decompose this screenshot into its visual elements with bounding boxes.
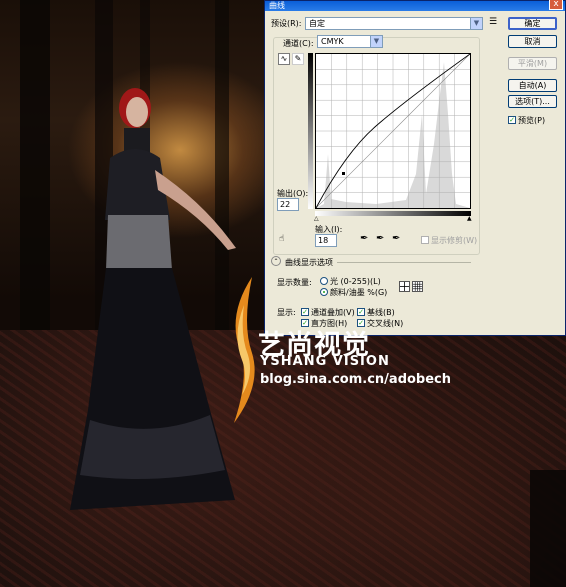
auto-button[interactable]: 自动(A) <box>508 79 557 92</box>
detailed-grid-icon[interactable] <box>412 281 423 292</box>
input-field[interactable]: 18 <box>315 234 337 247</box>
pencil-icon[interactable]: ✎ <box>292 53 304 65</box>
list-menu-icon[interactable]: ☰ <box>489 17 497 27</box>
intersection-label: 交叉线(N) <box>367 319 404 328</box>
show-amount-label: 显示数量: <box>277 278 312 287</box>
channel-value: CMYK <box>321 37 344 46</box>
ok-button[interactable]: 确定 <box>508 17 557 30</box>
baseline-checkbox[interactable]: ✓ <box>357 308 365 316</box>
curve-graph[interactable] <box>315 53 471 209</box>
tree-stump <box>530 470 566 587</box>
black-point-slider-icon[interactable]: △ <box>314 215 319 222</box>
flame-logo-icon <box>234 277 255 423</box>
simple-grid-icon[interactable] <box>399 281 410 292</box>
preview-checkbox[interactable]: ✓ <box>508 116 516 124</box>
show-clipping-label: 显示修剪(W) <box>431 236 478 245</box>
watermark-url: blog.sina.com.cn/adobech <box>260 372 452 387</box>
light-radio-label: 光 (0-255)(L) <box>330 277 381 286</box>
tree-trunk <box>20 0 50 340</box>
preset-select[interactable]: 自定 ▼ <box>305 17 483 30</box>
channel-overlay-label: 通道叠加(V) <box>311 308 355 317</box>
eyedropper-gray-icon[interactable]: ✒ <box>376 233 384 244</box>
output-gradient-bar <box>308 53 313 209</box>
chevron-down-icon: ▼ <box>370 36 382 47</box>
preview-label: 预览(P) <box>518 116 546 125</box>
detailed-grid-icon-svg <box>413 282 422 291</box>
baseline-label: 基线(B) <box>367 308 395 317</box>
close-icon[interactable]: x <box>549 0 563 10</box>
curve-options-label: 曲线显示选项 <box>285 258 333 267</box>
curve-point-icon[interactable]: ∿ <box>278 53 290 65</box>
cancel-button[interactable]: 取消 <box>508 35 557 48</box>
white-point-slider-icon[interactable]: ▲ <box>467 215 472 222</box>
simple-grid-icon-svg <box>400 282 409 291</box>
preset-value: 自定 <box>309 19 325 28</box>
pigment-radio[interactable] <box>320 288 328 296</box>
expand-chevron-icon[interactable]: ⌃ <box>271 256 281 266</box>
chevron-down-icon: ▼ <box>470 18 482 29</box>
channel-select[interactable]: CMYK ▼ <box>317 35 383 48</box>
channel-label: 通道(C): <box>283 39 314 48</box>
eyedropper-black-icon[interactable]: ✒ <box>360 233 368 244</box>
pigment-radio-label: 颜料/油墨 %(G) <box>330 288 388 297</box>
dialog-title: 曲线 <box>269 1 285 10</box>
curves-dialog: 曲线 x 预设(R): 自定 ▼ ☰ 确定 取消 平滑(M) 自动(A) 选项(… <box>264 0 566 336</box>
curve-graph-svg <box>315 53 471 209</box>
input-gradient-bar <box>315 211 471 216</box>
output-field[interactable]: 22 <box>277 198 299 211</box>
dialog-titlebar[interactable]: 曲线 <box>265 1 565 11</box>
display-label: 显示: <box>277 308 296 317</box>
channel-overlay-checkbox[interactable]: ✓ <box>301 308 309 316</box>
hand-adjust-icon[interactable]: ☝ <box>279 234 284 244</box>
options-button[interactable]: 选项(T)... <box>508 95 557 108</box>
watermark-english: YSHANG VISION <box>260 354 390 369</box>
smooth-button[interactable]: 平滑(M) <box>508 57 557 70</box>
curve-control-point[interactable] <box>342 172 345 175</box>
light-radio[interactable] <box>320 277 328 285</box>
separator-line <box>337 262 471 263</box>
show-clipping-checkbox[interactable] <box>421 236 429 244</box>
preset-label: 预设(R): <box>271 19 302 28</box>
eyedropper-white-icon[interactable]: ✒ <box>392 233 400 244</box>
